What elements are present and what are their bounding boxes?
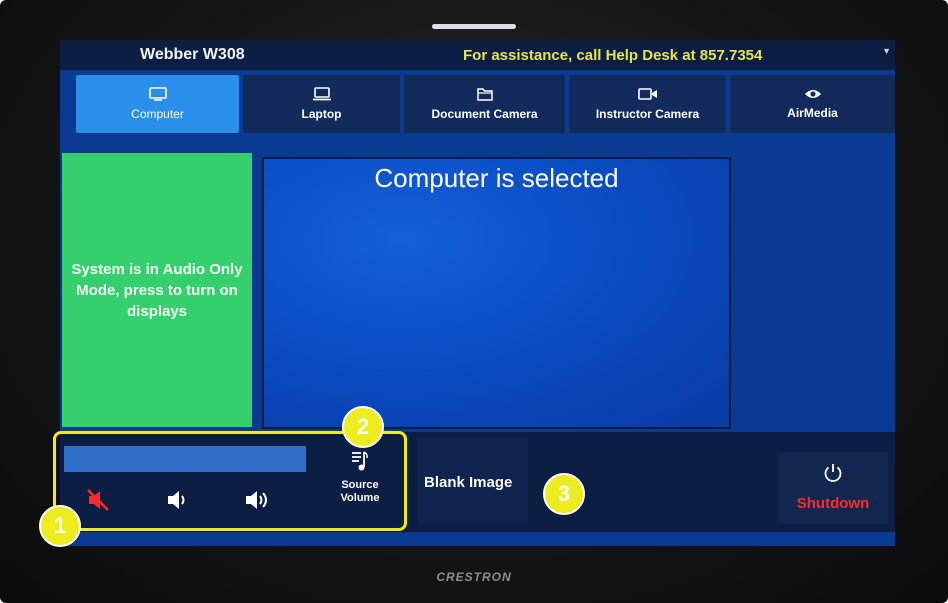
header-bar: Webber W308 For assistance, call Help De…	[60, 40, 895, 70]
audio-only-text: System is in Audio Only Mode, press to t…	[71, 260, 243, 320]
tab-computer[interactable]: Computer	[76, 75, 239, 133]
tab-laptop[interactable]: Laptop	[243, 75, 400, 133]
callout-badge-3: 3	[543, 473, 585, 515]
eye-icon	[804, 90, 821, 98]
tab-document-camera[interactable]: Document Camera	[404, 75, 565, 133]
menu-arrow-icon[interactable]: ▼	[882, 46, 891, 56]
tab-label: Computer	[131, 107, 184, 121]
callout-badge-2: 2	[342, 406, 384, 448]
crestron-logo: CRESTRON	[436, 570, 512, 584]
power-icon	[824, 464, 842, 482]
source-tabs: Computer Laptop Document Camera Instruct…	[76, 75, 895, 135]
tab-label: Instructor Camera	[595, 107, 700, 121]
tab-instructor-camera[interactable]: Instructor Camera	[569, 75, 726, 133]
tab-label: Document Camera	[431, 107, 538, 121]
laptop-icon	[312, 87, 331, 101]
tab-label: AirMedia	[787, 106, 838, 120]
room-name: Webber W308	[140, 46, 245, 63]
callout-badge-1: 1	[39, 505, 81, 547]
tab-label: Laptop	[301, 107, 342, 121]
source-preview: Computer is selected	[262, 157, 731, 429]
monitor-icon	[148, 87, 167, 101]
blank-image-button[interactable]: Blank Image	[418, 438, 528, 524]
screen-bottom-edge	[60, 532, 895, 546]
shutdown-button[interactable]: Shutdown	[778, 452, 888, 524]
help-desk-text: For assistance, call Help Desk at 857.73…	[463, 47, 763, 64]
shutdown-label: Shutdown	[796, 495, 870, 512]
audio-only-mode-button[interactable]: System is in Audio Only Mode, press to t…	[62, 153, 252, 427]
folder-icon	[476, 88, 493, 101]
blank-image-label: Blank Image	[424, 474, 513, 491]
bezel-handle	[432, 24, 516, 29]
preview-title: Computer is selected	[374, 163, 619, 193]
video-camera-icon	[637, 88, 657, 100]
tab-airmedia[interactable]: AirMedia	[730, 75, 895, 133]
